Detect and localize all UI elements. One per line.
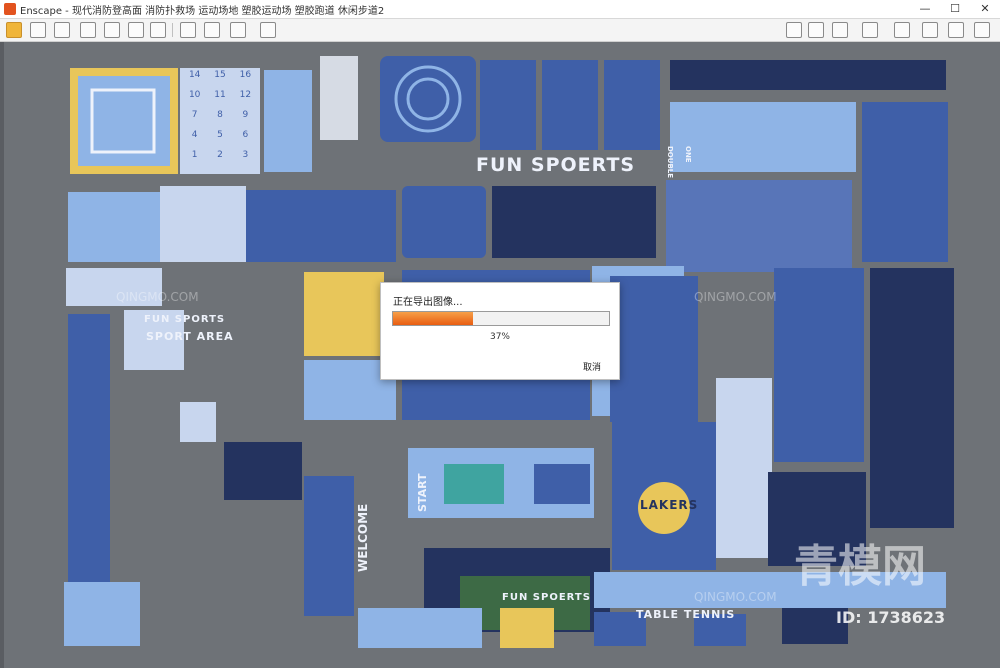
brand-watermark: 青模网 <box>794 541 926 592</box>
enscape-logo-icon <box>4 3 16 15</box>
link-icon[interactable] <box>30 22 46 38</box>
sport-icons-board <box>64 582 140 646</box>
grid-number: 6 <box>242 130 249 140</box>
grid-number: 15 <box>214 70 226 80</box>
export-progress-percent: 37% <box>489 332 510 342</box>
grid-number: 2 <box>217 150 223 160</box>
bookmark-icon[interactable] <box>104 22 120 38</box>
asset-library-icon[interactable] <box>808 22 824 38</box>
document-icon[interactable] <box>54 22 70 38</box>
right-track <box>870 268 954 528</box>
sport-area-label: SPORT AREA <box>146 330 234 343</box>
grid-number: 11 <box>214 90 226 100</box>
number-grid: 14 15 16 10 11 12 7 8 9 4 5 6 1 2 3 <box>182 70 258 172</box>
slim-court <box>716 378 772 558</box>
grid-number: 8 <box>217 110 223 120</box>
cancel-button[interactable]: 取消 <box>583 360 601 373</box>
eye-icon[interactable] <box>922 22 938 38</box>
welcome-board <box>304 476 354 616</box>
fun-sports-bottom-label: FUN SPOERTS <box>502 592 591 603</box>
export-dialog-title: 正在导出图像... <box>393 297 463 308</box>
checker-mini <box>180 402 216 442</box>
pool-board <box>358 608 482 648</box>
help-icon[interactable] <box>974 22 990 38</box>
geometric-board <box>246 190 396 262</box>
gamepad-icon[interactable] <box>80 22 96 38</box>
stripe-panel <box>320 56 358 140</box>
fun-sports-label: FUN SPORTS <box>144 314 226 325</box>
clapper-icon[interactable] <box>150 22 166 38</box>
settings-icon[interactable] <box>948 22 964 38</box>
hopscotch-board <box>264 70 312 172</box>
domain-watermark: QINGMO.COM <box>116 290 199 304</box>
grid-number: 4 <box>191 130 198 140</box>
visual-settings-icon[interactable] <box>894 22 910 38</box>
court-tile-3 <box>604 60 660 150</box>
grid-number: 9 <box>242 110 249 120</box>
batch-render-icon[interactable] <box>260 22 276 38</box>
export-progress-fill <box>393 312 473 325</box>
table-tennis-label: TABLE TENNIS <box>636 608 736 621</box>
home-icon[interactable] <box>6 22 22 38</box>
toolbar-separator <box>172 23 173 37</box>
court-tile-1 <box>480 60 536 150</box>
export-progress-bar <box>392 311 610 326</box>
close-button[interactable]: ✕ <box>970 0 1000 18</box>
grid-number: 12 <box>239 90 252 100</box>
minimize-button[interactable]: — <box>910 0 940 18</box>
scoreboard-panel <box>402 186 486 258</box>
domain-watermark: QINGMO.COM <box>694 290 777 304</box>
vr-icon[interactable] <box>862 22 878 38</box>
domain-watermark: QINGMO.COM <box>694 590 777 604</box>
map-icon[interactable] <box>786 22 802 38</box>
grid-number: 3 <box>242 150 249 160</box>
header-banner <box>670 60 946 90</box>
grid-number: 10 <box>188 90 201 100</box>
grid-number: 1 <box>191 150 198 160</box>
grid-court <box>666 180 852 272</box>
small-maze-board <box>304 272 384 356</box>
welcome-label: WELCOME <box>356 503 370 572</box>
video-icon[interactable] <box>128 22 144 38</box>
tennis-table-board <box>500 608 554 648</box>
export-progress-dialog: 正在导出图像... 37% 取消 <box>380 282 620 380</box>
court-tile-2 <box>542 60 598 150</box>
window-title: Enscape - 现代消防登高面 消防扑救场 运动场地 塑胶运动场 塑胶跑道 … <box>20 6 385 17</box>
grid-number: 7 <box>191 110 198 120</box>
enscape-toolbar <box>0 19 1000 42</box>
one-label: ONE <box>684 146 692 163</box>
lakers-label: LAKERS <box>640 498 699 512</box>
maximize-button[interactable]: ☐ <box>940 0 970 18</box>
grid-number: 14 <box>188 70 201 80</box>
picture-board <box>224 442 302 500</box>
multi-court <box>774 268 864 462</box>
panorama-icon[interactable] <box>204 22 220 38</box>
image-export-icon[interactable] <box>180 22 196 38</box>
badminton-court <box>670 102 856 172</box>
circular-maze-board <box>380 56 476 142</box>
cube-icon[interactable] <box>832 22 848 38</box>
id-watermark: ID: 1738623 <box>836 608 946 627</box>
abstract-court <box>862 102 948 262</box>
double-label: DOUBLE <box>666 146 674 179</box>
grid-number: 5 <box>217 130 223 140</box>
tall-left-board <box>68 314 110 614</box>
window-titlebar: Enscape - 现代消防登高面 消防扑救场 运动场地 塑胶运动场 塑胶跑道 … <box>0 0 1000 19</box>
running-track-board <box>492 186 656 258</box>
start-label: START <box>416 473 429 512</box>
grid-number: 16 <box>239 70 252 80</box>
fun-sports-title: FUN SPOERTS <box>476 154 636 176</box>
color-dots-board <box>160 186 246 262</box>
video-export-icon[interactable] <box>230 22 246 38</box>
